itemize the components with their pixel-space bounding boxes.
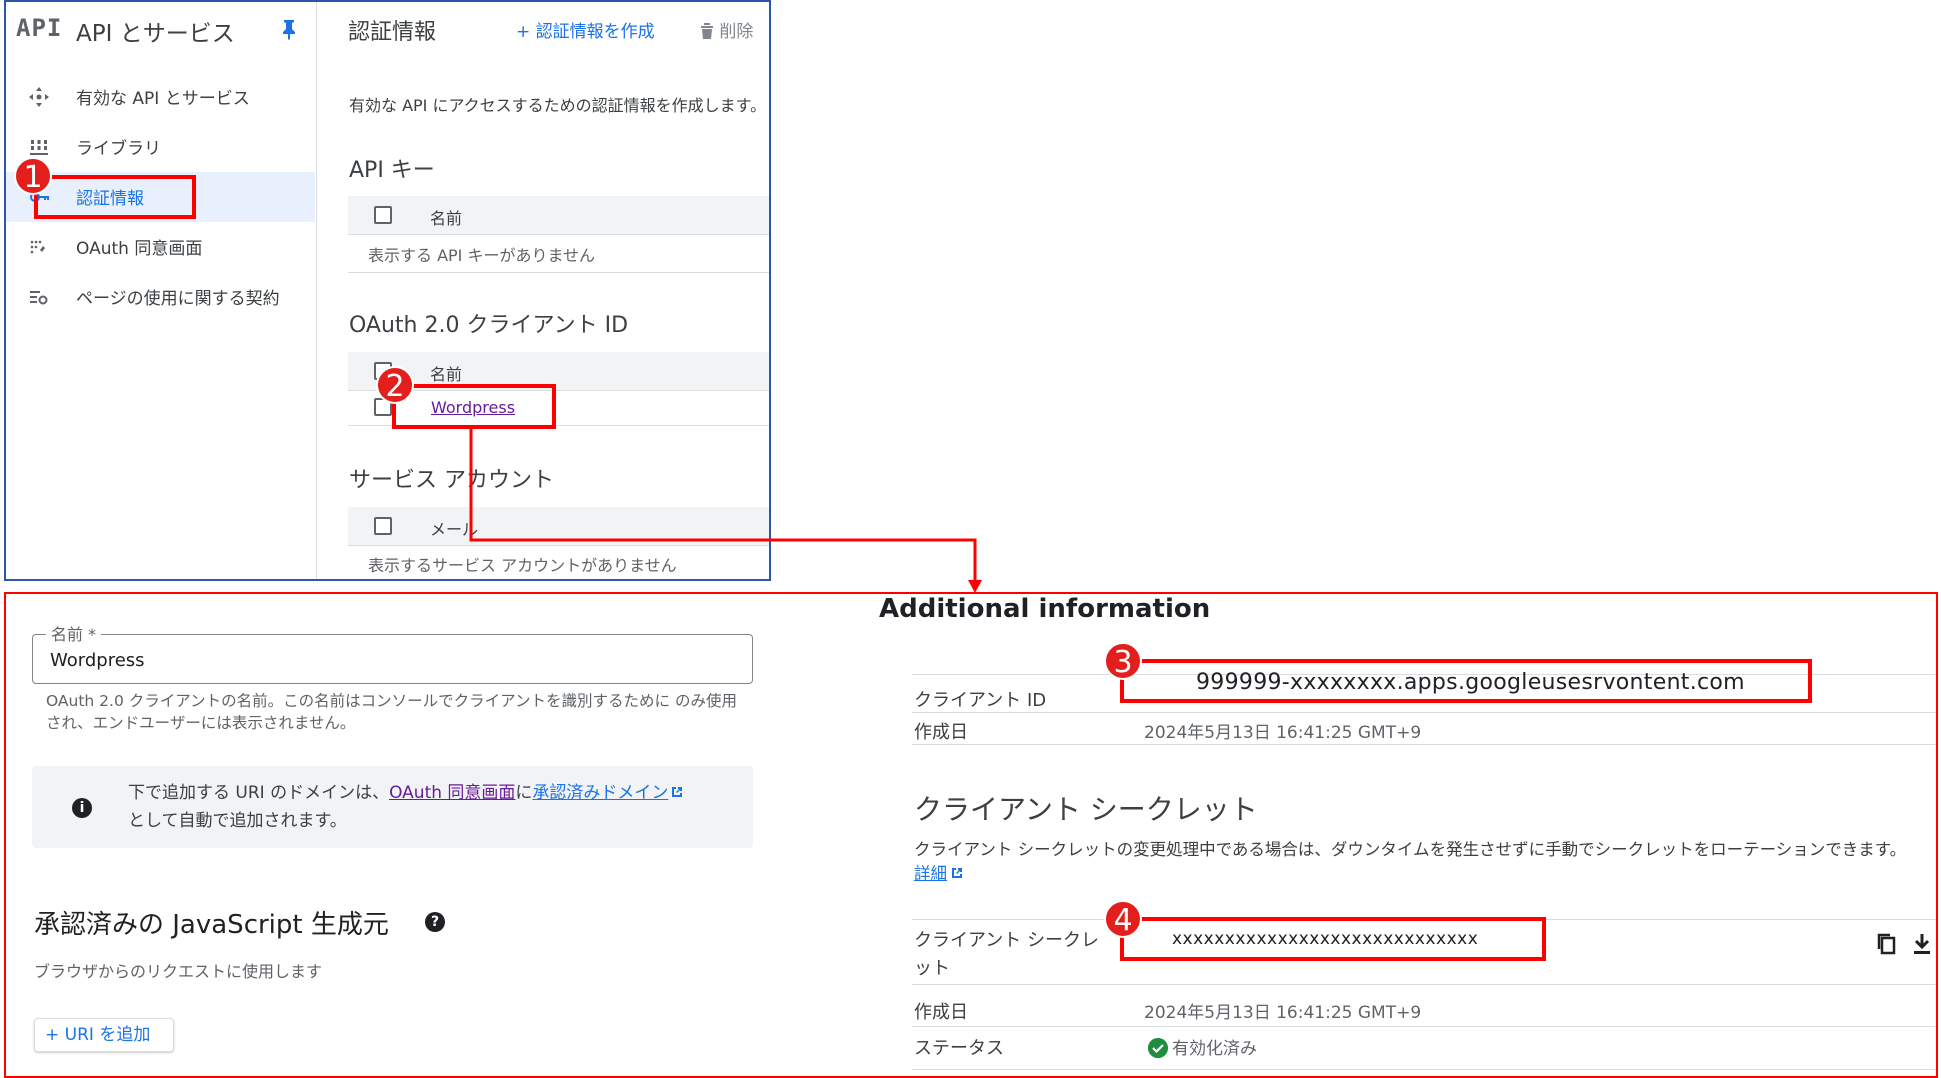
annotation-badge-3: 3 [1104, 642, 1142, 680]
client-details-panel: 名前 * Wordpress OAuth 2.0 クライアントの名前。この名前は… [4, 592, 1938, 1078]
copy-icon[interactable] [1876, 932, 1898, 956]
download-icon[interactable] [1911, 932, 1933, 956]
client-secret-description: クライアント シークレットの変更処理中である場合は、ダウンタイムを発生させずに手… [914, 840, 1907, 859]
learn-more-link[interactable]: 詳細 [914, 860, 964, 884]
js-origins-subtitle: ブラウザからのリクエストに使用します [34, 962, 323, 981]
divider [912, 1069, 1936, 1070]
annotation-box-3 [1120, 659, 1812, 703]
divider [912, 744, 1936, 745]
info-text: 下で追加する URI のドメインは、OAuth 同意画面に承認済みドメイン とし… [128, 779, 684, 835]
client-secret-label-line1: クライアント シークレ [914, 930, 1100, 951]
info-text-prefix: 下で追加する URI のドメインは、 [128, 783, 390, 803]
annotation-badge-4: 4 [1104, 900, 1142, 938]
help-icon[interactable]: ? [425, 912, 445, 932]
external-link-icon [952, 868, 962, 878]
info-text-mid: に [515, 783, 533, 803]
name-field-label: 名前 * [46, 621, 102, 645]
created-value: 2024年5月13日 16:41:25 GMT+9 [1144, 723, 1422, 743]
divider [912, 712, 1936, 713]
annotation-box-4 [1120, 917, 1546, 961]
name-field-helper: OAuth 2.0 クライアントの名前。この名前はコンソールでクライアントを識別… [46, 692, 737, 732]
info-text-suffix: として自動で追加されます。 [128, 811, 347, 831]
name-field-value[interactable]: Wordpress [50, 650, 145, 671]
secret-created-label: 作成日 [914, 1002, 968, 1023]
external-link-icon [672, 787, 683, 797]
client-secret-label-line2: ット [914, 958, 950, 979]
created-label: 作成日 [914, 722, 968, 743]
js-origins-title: 承認済みの JavaScript 生成元 [34, 910, 389, 940]
secret-created-value: 2024年5月13日 16:41:25 GMT+9 [1144, 1003, 1422, 1023]
additional-info-title: Additional information [879, 594, 1211, 624]
check-circle-icon [1148, 1038, 1168, 1058]
status-label: ステータス [914, 1038, 1004, 1059]
status-value: 有効化済み [1172, 1039, 1257, 1059]
oauth-consent-link[interactable]: OAuth 同意画面 [389, 783, 515, 803]
divider [912, 1026, 1936, 1027]
info-icon: i [72, 798, 92, 818]
learn-more-label: 詳細 [914, 864, 947, 883]
client-id-label: クライアント ID [914, 690, 1047, 711]
add-uri-button[interactable]: + URI を追加 [34, 1018, 174, 1052]
client-secret-title: クライアント シークレット [914, 793, 1258, 826]
authorized-domains-link[interactable]: 承認済みドメイン [532, 783, 668, 803]
divider [912, 984, 1936, 985]
